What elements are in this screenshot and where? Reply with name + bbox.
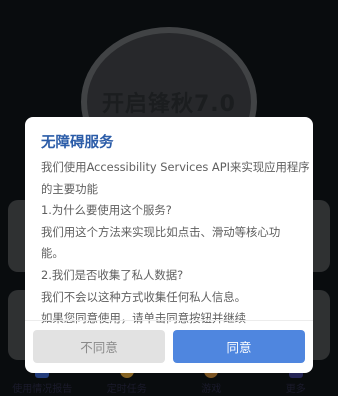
accessibility-dialog: 无障碍服务 我们使用Accessibility Services API来实现应… xyxy=(25,117,313,373)
dialog-body: 我们使用Accessibility Services API来实现应用程序 的主… xyxy=(41,157,310,330)
dialog-line: 我们用这个方法来实现比如点击、滑动等核心功 xyxy=(41,224,281,239)
dialog-line: 能。 xyxy=(41,246,64,261)
dialog-line: 1.为什么要使用这个服务? xyxy=(41,203,172,218)
screen: 开启锋秋7.0 使用情况报告 定时任务 游戏 更多 无障碍服务 我们使用Acce… xyxy=(0,0,338,396)
dialog-line: 如果您同意使用，请单击同意按钮并继续 xyxy=(41,311,247,326)
dialog-line: 2.我们是否收集了私人数据? xyxy=(41,267,184,282)
dialog-line: 的主要功能 xyxy=(41,181,98,196)
dialog-line: 我们使用Accessibility Services API来实现应用程序 xyxy=(41,160,310,174)
dialog-line: 我们不会以这种方式收集任何私人信息。 xyxy=(41,289,247,304)
disagree-button[interactable]: 不同意 xyxy=(33,330,165,363)
dialog-title: 无障碍服务 xyxy=(41,135,114,151)
agree-button[interactable]: 同意 xyxy=(173,330,305,363)
dialog-divider xyxy=(25,320,313,321)
